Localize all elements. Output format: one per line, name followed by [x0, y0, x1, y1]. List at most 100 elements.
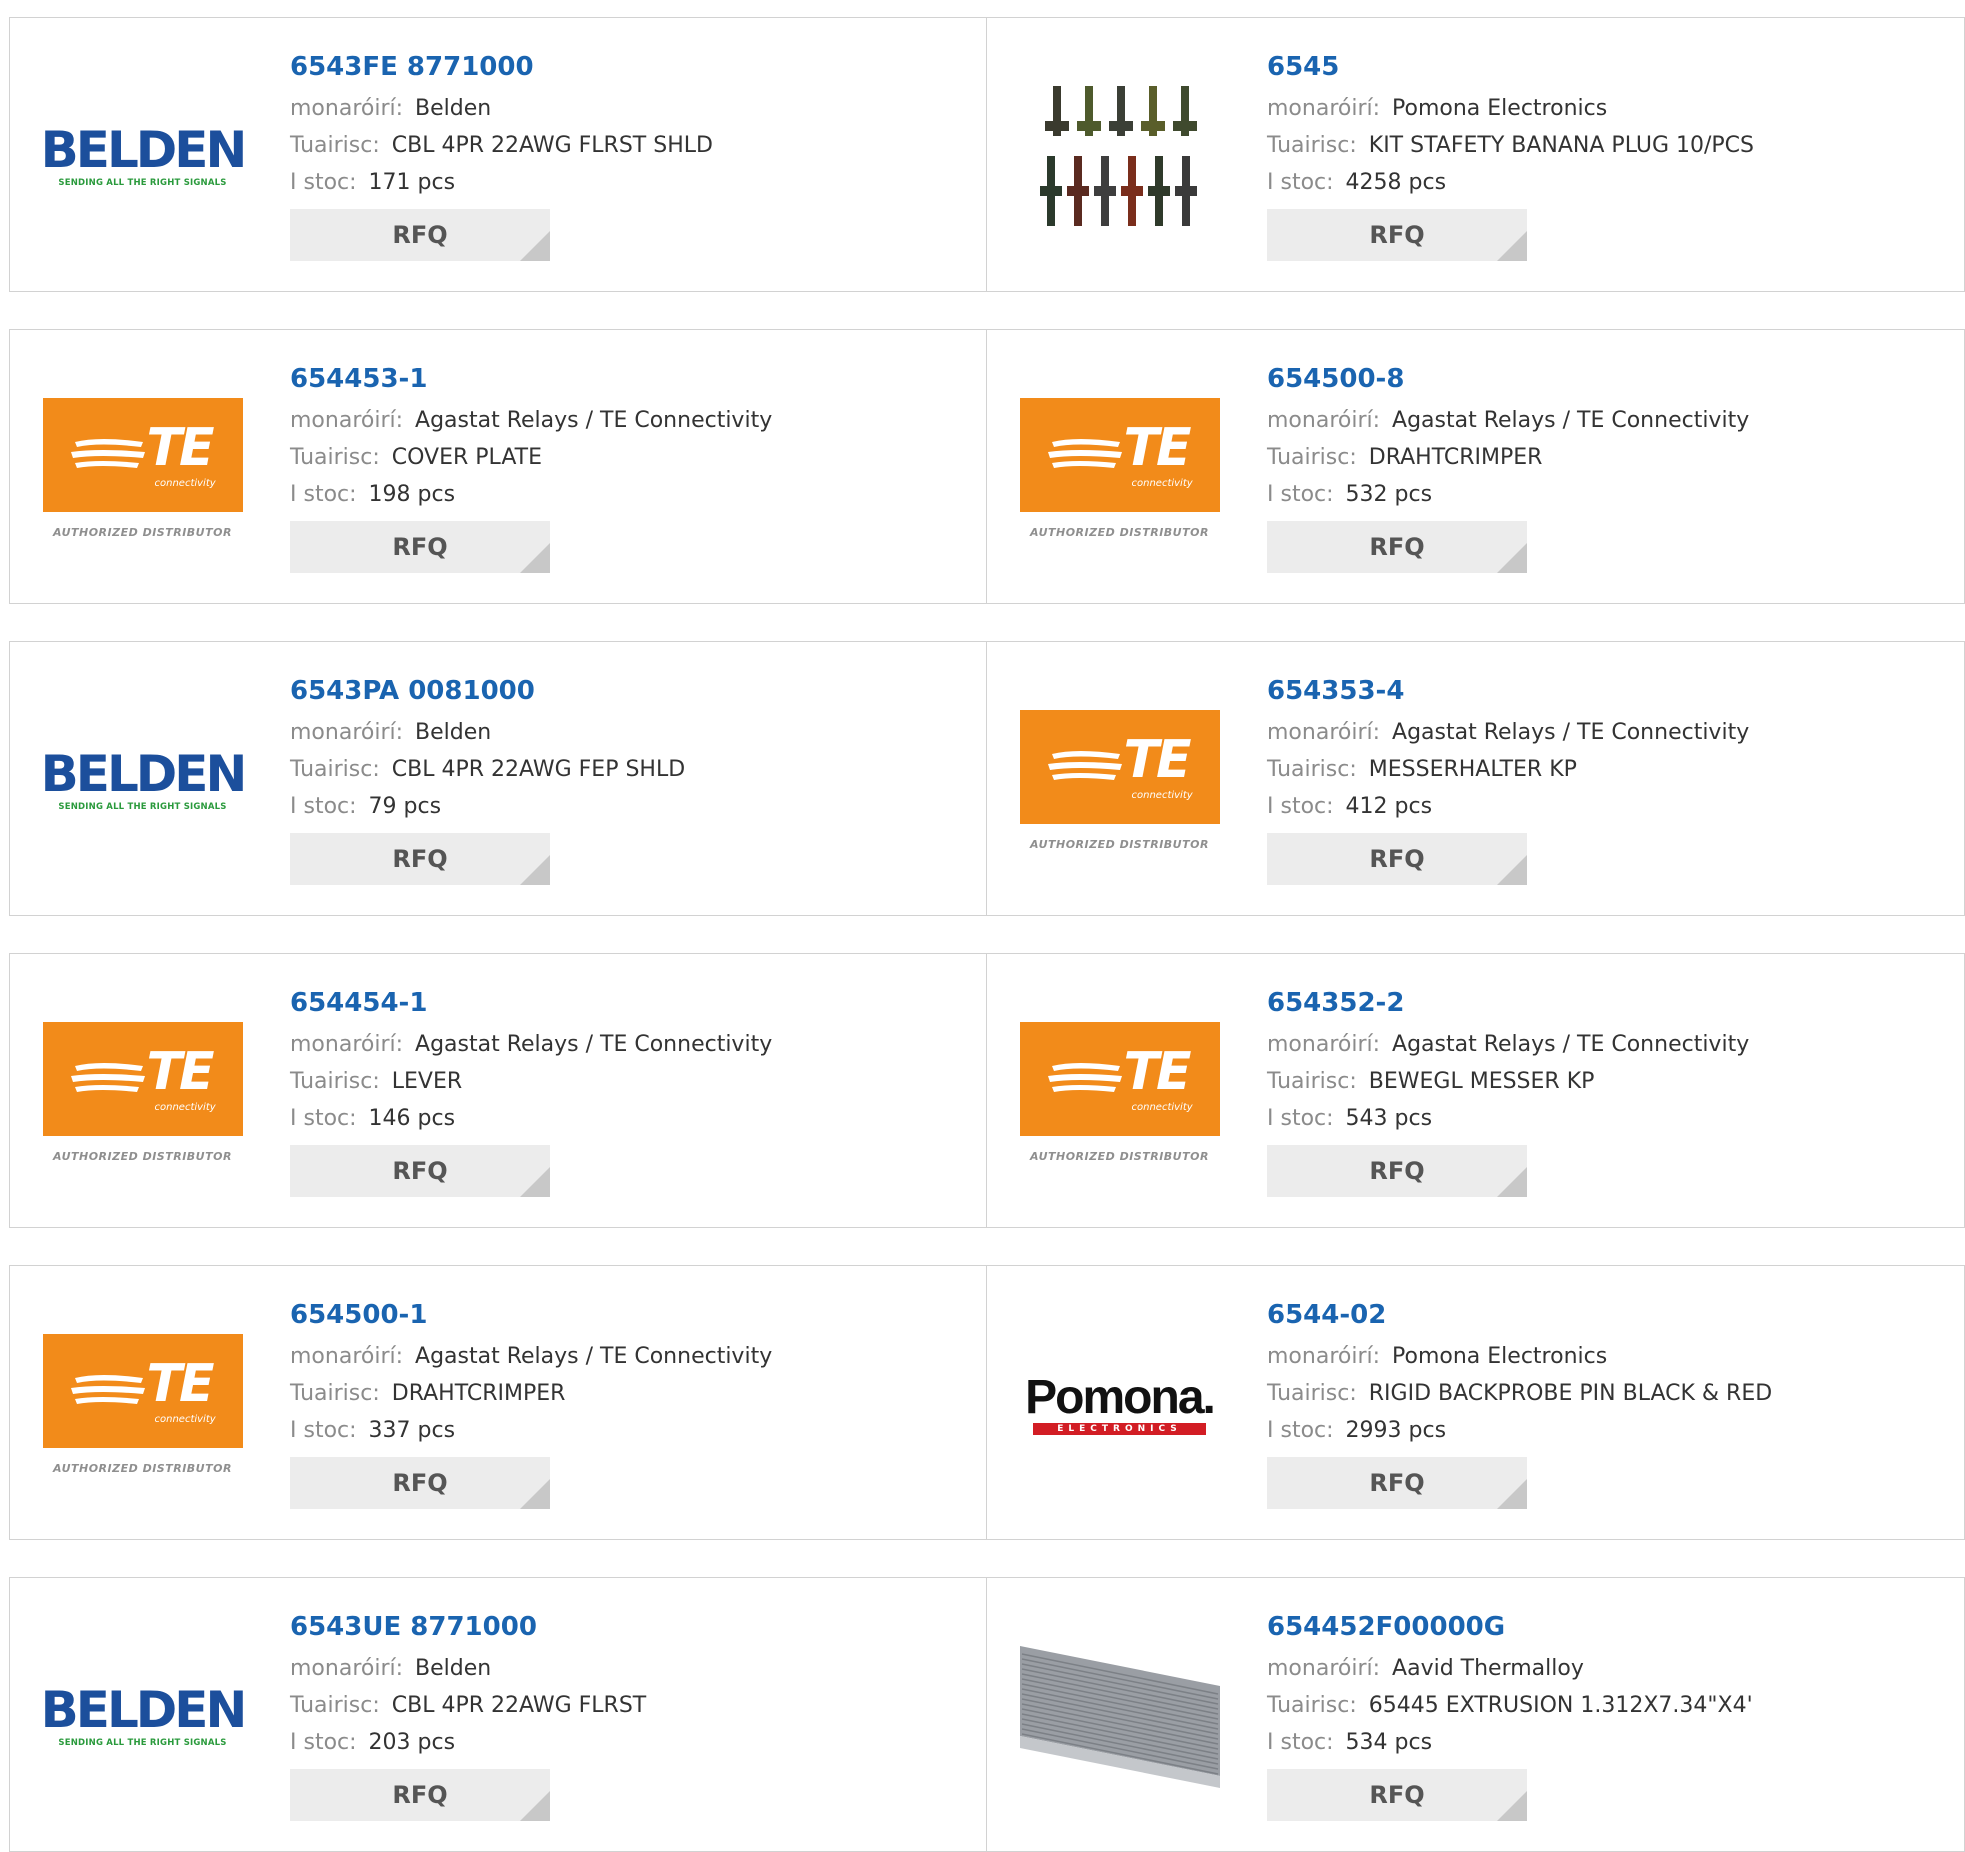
manufacturer-line: monaróirí: Agastat Relays / TE Connectivi… [1267, 1026, 1944, 1063]
product-row: BELDEN SENDING ALL THE RIGHT SIGNALS 6543U… [9, 1577, 1965, 1852]
manufacturer-line: monaróirí: Agastat Relays / TE Connectivi… [1267, 402, 1944, 439]
description-label: Tuairisc: [290, 1693, 380, 1718]
corner-triangle-icon [1497, 1791, 1527, 1821]
rfq-button[interactable]: RFQ [290, 1457, 550, 1509]
product-image[interactable]: BELDEN SENDING ALL THE RIGHT SIGNALS [40, 680, 248, 880]
product-image[interactable]: TE connectivity AUTHORIZED DISTRIBUTOR [40, 1304, 245, 1504]
product-image[interactable]: TE connectivity AUTHORIZED DISTRIBUTOR [40, 368, 245, 568]
manufacturer-value: Aavid Thermalloy [1392, 1656, 1584, 1681]
product-info: 654353-4 monaróirí: Agastat Relays / TE Co… [1267, 672, 1944, 885]
corner-triangle-icon [520, 543, 550, 573]
part-number-link[interactable]: 654454-1 [290, 984, 966, 1022]
product-card: TE connectivity AUTHORIZED DISTRIBUTOR 6545… [9, 1265, 987, 1540]
rfq-button[interactable]: RFQ [290, 1769, 550, 1821]
product-card: TE connectivity AUTHORIZED DISTRIBUTOR 6544… [9, 953, 987, 1228]
rfq-button[interactable]: RFQ [1267, 521, 1527, 573]
belden-logo: BELDEN SENDING ALL THE RIGHT SIGNALS [40, 1681, 248, 1748]
manufacturer-value: Pomona Electronics [1392, 96, 1608, 121]
part-number-link[interactable]: 654353-4 [1267, 672, 1944, 710]
te-logo-subtitle: connectivity [154, 1413, 216, 1425]
manufacturer-label: monaróirí: [1267, 1032, 1381, 1057]
te-logo-subtitle: connectivity [1131, 477, 1193, 489]
part-number-link[interactable]: 654453-1 [290, 360, 966, 398]
rfq-button[interactable]: RFQ [1267, 833, 1527, 885]
product-card: TE connectivity AUTHORIZED DISTRIBUTOR 6543… [987, 641, 1965, 916]
stock-label: I stoc: [1267, 794, 1334, 819]
manufacturer-value: Belden [415, 96, 492, 121]
description-value: LEVER [391, 1069, 463, 1094]
product-image[interactable]: BELDEN SENDING ALL THE RIGHT SIGNALS [40, 1616, 248, 1816]
manufacturer-label: monaróirí: [290, 96, 404, 121]
stock-label: I stoc: [290, 794, 357, 819]
product-image[interactable]: TE connectivity AUTHORIZED DISTRIBUTOR [1017, 680, 1222, 880]
stock-value: 532 pcs [1345, 482, 1433, 507]
description-value: RIGID BACKPROBE PIN BLACK & RED [1368, 1381, 1773, 1406]
manufacturer-line: monaróirí: Belden [290, 714, 966, 751]
part-number-link[interactable]: 654500-1 [290, 1296, 966, 1334]
manufacturer-line: monaróirí: Belden [290, 1650, 966, 1687]
rfq-button[interactable]: RFQ [1267, 1145, 1527, 1197]
te-logo-word: TE [146, 1353, 215, 1414]
manufacturer-line: monaróirí: Belden [290, 90, 966, 127]
part-number-link[interactable]: 654452F00000G [1267, 1608, 1944, 1646]
te-logo-subtitle: connectivity [154, 477, 216, 489]
part-number-link[interactable]: 654352-2 [1267, 984, 1944, 1022]
manufacturer-label: monaróirí: [1267, 1656, 1381, 1681]
te-logo-subtitle: connectivity [154, 1101, 216, 1113]
product-image[interactable]: BELDEN SENDING ALL THE RIGHT SIGNALS [40, 56, 248, 256]
product-info: 6544-02 monaróirí: Pomona Electronics Tuair… [1267, 1296, 1944, 1509]
part-number-link[interactable]: 6545 [1267, 48, 1944, 86]
part-number-link[interactable]: 654500-8 [1267, 360, 1944, 398]
product-row: BELDEN SENDING ALL THE RIGHT SIGNALS 6543F… [9, 17, 1965, 292]
rfq-button[interactable]: RFQ [1267, 1457, 1527, 1509]
manufacturer-line: monaróirí: Aavid Thermalloy [1267, 1650, 1944, 1687]
te-wave-icon [1047, 1062, 1122, 1092]
rfq-button[interactable]: RFQ [290, 833, 550, 885]
description-line: Tuairisc: RIGID BACKPROBE PIN BLACK & RED [1267, 1375, 1944, 1412]
te-logo-word: TE [1123, 417, 1192, 478]
manufacturer-label: monaróirí: [290, 1032, 404, 1057]
rfq-button[interactable]: RFQ [1267, 1769, 1527, 1821]
te-logo-word: TE [146, 1041, 215, 1102]
product-row: TE connectivity AUTHORIZED DISTRIBUTOR 6545… [9, 1265, 1965, 1540]
product-image[interactable]: TE connectivity AUTHORIZED DISTRIBUTOR [40, 992, 245, 1192]
manufacturer-label: monaróirí: [290, 1344, 404, 1369]
stock-value: 79 pcs [368, 794, 442, 819]
description-value: CBL 4PR 22AWG FEP SHLD [391, 757, 686, 782]
stock-value: 412 pcs [1345, 794, 1433, 819]
product-info: 654352-2 monaróirí: Agastat Relays / TE Co… [1267, 984, 1944, 1197]
product-image[interactable] [1017, 1616, 1222, 1816]
banana-plugs-image [1039, 86, 1197, 226]
product-card: Pomona. ELECTRONICS 6544-02 monaróirí: Pomon… [987, 1265, 1965, 1540]
product-image[interactable]: Pomona. ELECTRONICS [1017, 1304, 1222, 1504]
product-info: 654454-1 monaróirí: Agastat Relays / TE Co… [290, 984, 966, 1197]
product-info: 6543FE 8771000 monaróirí: Belden Tuairisc: C… [290, 48, 966, 261]
manufacturer-label: monaróirí: [290, 1656, 404, 1681]
corner-triangle-icon [520, 231, 550, 261]
rfq-button[interactable]: RFQ [1267, 209, 1527, 261]
part-number-link[interactable]: 6543UE 8771000 [290, 1608, 966, 1646]
belden-logo: BELDEN SENDING ALL THE RIGHT SIGNALS [41, 748, 248, 812]
product-image[interactable]: TE connectivity AUTHORIZED DISTRIBUTOR [1017, 368, 1222, 568]
product-card: BELDEN SENDING ALL THE RIGHT SIGNALS 6543P… [9, 641, 987, 916]
te-logo-word: TE [1123, 1041, 1192, 1102]
belden-logo-word: BELDEN [40, 1681, 248, 1739]
rfq-button[interactable]: RFQ [290, 521, 550, 573]
belden-logo-tagline: SENDING ALL THE RIGHT SIGNALS [58, 802, 227, 812]
stock-label: I stoc: [290, 1730, 357, 1755]
rfq-button-label: RFQ [392, 1469, 448, 1497]
rfq-button-label: RFQ [392, 845, 448, 873]
te-wave-icon [70, 1062, 145, 1092]
stock-value: 2993 pcs [1345, 1418, 1447, 1443]
product-image[interactable] [1017, 56, 1222, 256]
te-connectivity-logo: TE connectivity AUTHORIZED DISTRIBUTOR [1019, 397, 1220, 539]
rfq-button[interactable]: RFQ [290, 209, 550, 261]
stock-line: I stoc: 532 pcs [1267, 476, 1944, 513]
rfq-button[interactable]: RFQ [290, 1145, 550, 1197]
authorized-distributor-label: AUTHORIZED DISTRIBUTOR [53, 1149, 232, 1163]
description-line: Tuairisc: CBL 4PR 22AWG FEP SHLD [290, 751, 966, 788]
part-number-link[interactable]: 6543PA 0081000 [290, 672, 966, 710]
part-number-link[interactable]: 6544-02 [1267, 1296, 1944, 1334]
product-image[interactable]: TE connectivity AUTHORIZED DISTRIBUTOR [1017, 992, 1222, 1192]
part-number-link[interactable]: 6543FE 8771000 [290, 48, 966, 86]
